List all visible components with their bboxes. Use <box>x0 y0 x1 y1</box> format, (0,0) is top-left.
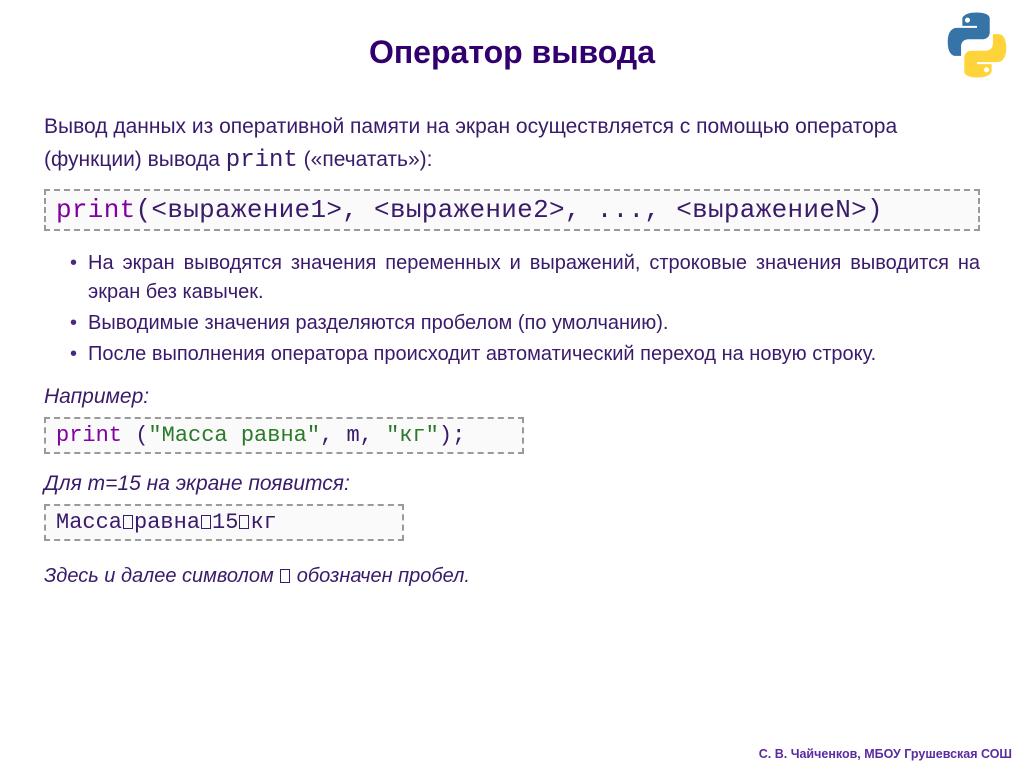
example-keyword: print <box>56 423 122 448</box>
list-item: Выводимые значения разделяются пробелом … <box>70 309 980 338</box>
list-item: На экран выводятся значения переменных и… <box>70 249 980 307</box>
output-word: Масса <box>56 510 122 535</box>
note-suffix: обозначен пробел. <box>291 565 470 587</box>
example-mid1: , m, <box>320 423 386 448</box>
note-line: Здесь и далее символом обозначен пробел. <box>44 565 980 588</box>
space-symbol-icon <box>123 515 133 529</box>
syntax-box: print(<выражение1>, <выражение2>, ..., <… <box>44 189 980 231</box>
slide-title: Оператор вывода <box>44 34 980 71</box>
secondary-label: Для m=15 на экране появится: <box>44 472 980 496</box>
output-word: кг <box>250 510 276 535</box>
footer-credit: С. В. Чайченков, МБОУ Грушевская СОШ <box>759 747 1012 761</box>
example-end: ); <box>439 423 465 448</box>
note-prefix: Здесь и далее символом <box>44 565 279 587</box>
example-label: Например: <box>44 385 980 409</box>
example-code-box: print ("Масса равна", m, "кг"); <box>44 417 524 454</box>
bullet-list: На экран выводятся значения переменных и… <box>70 249 980 369</box>
example-str1: "Масса равна" <box>148 423 320 448</box>
intro-prefix: Вывод данных из оперативной памяти на эк… <box>44 115 897 171</box>
example-open: ( <box>122 423 148 448</box>
list-item: После выполнения оператора происходит ав… <box>70 340 980 369</box>
intro-text: Вывод данных из оперативной памяти на эк… <box>44 111 980 179</box>
output-word: равна <box>134 510 200 535</box>
intro-print: print <box>226 147 298 174</box>
space-symbol-icon <box>239 515 249 529</box>
output-box: Масса равна 15 кг <box>44 504 404 541</box>
syntax-keyword: print <box>56 195 136 225</box>
space-symbol-icon <box>201 515 211 529</box>
syntax-rest: (<выражение1>, <выражение2>, ..., <выраж… <box>136 195 883 225</box>
python-logo-icon <box>942 10 1012 80</box>
output-word: 15 <box>212 510 238 535</box>
intro-suffix: («печатать»): <box>298 148 433 171</box>
space-symbol-icon <box>280 569 290 583</box>
example-str2: "кг" <box>386 423 439 448</box>
